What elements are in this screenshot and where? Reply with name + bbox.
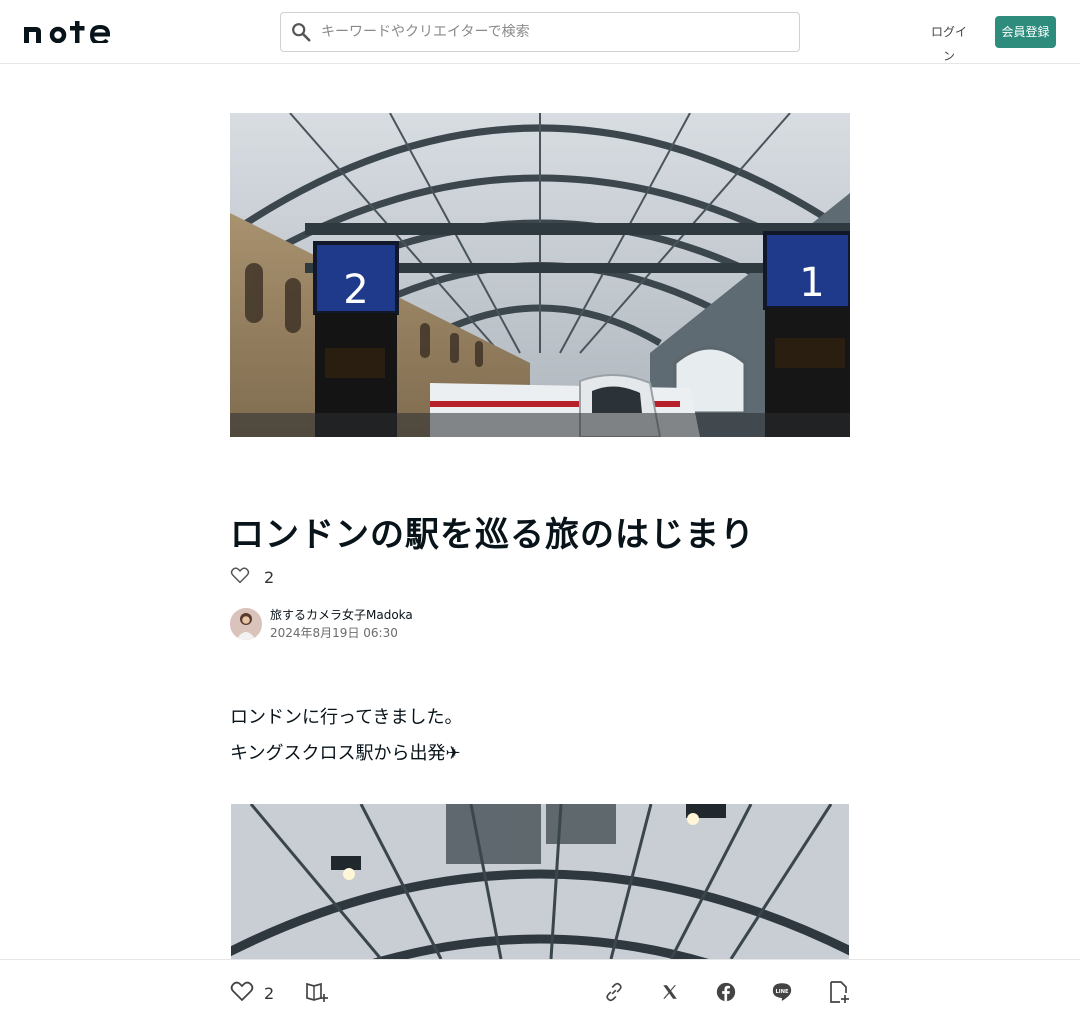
- body-paragraph: ロンドンに行ってきました。: [230, 707, 463, 728]
- article-body: ロンドンに行ってきました。 キングスクロス駅から出発✈: [230, 700, 850, 772]
- note-add-icon[interactable]: [827, 980, 851, 1004]
- search-box[interactable]: [280, 12, 800, 52]
- note-logo[interactable]: [24, 18, 122, 46]
- x-logo-icon[interactable]: [658, 980, 682, 1004]
- like-count[interactable]: 2: [264, 568, 274, 587]
- platform-sign-2: 2: [343, 267, 368, 313]
- avatar[interactable]: [230, 608, 262, 640]
- facebook-icon[interactable]: [714, 980, 738, 1004]
- author-info: 旅するカメラ女子Madoka 2024年8月19日 06:30: [230, 606, 413, 642]
- search-icon: [281, 12, 321, 52]
- svg-text:LINE: LINE: [776, 989, 789, 995]
- like-area: 2: [230, 565, 274, 589]
- publish-date: 2024年8月19日 06:30: [270, 626, 398, 640]
- search-input[interactable]: [321, 14, 781, 50]
- magazine-add-icon[interactable]: [305, 980, 329, 1004]
- article-photo: [231, 804, 849, 959]
- article-action-bar: 2 LINE: [0, 959, 1080, 1024]
- hero-image: 2 1: [230, 113, 850, 437]
- link-icon[interactable]: [602, 980, 626, 1004]
- footer-like: 2: [230, 980, 274, 1006]
- footer-like-count[interactable]: 2: [264, 984, 274, 1003]
- heart-icon[interactable]: [230, 980, 254, 1006]
- body-paragraph: キングスクロス駅から出発✈: [230, 743, 461, 764]
- login-button[interactable]: ログイン: [928, 20, 970, 63]
- line-icon[interactable]: LINE: [770, 980, 794, 1004]
- author-name[interactable]: 旅するカメラ女子Madoka: [270, 606, 413, 624]
- signup-button[interactable]: 会員登録: [995, 16, 1056, 48]
- platform-sign-1: 1: [799, 260, 824, 306]
- note-logo-mark: [24, 21, 111, 43]
- heart-icon[interactable]: [230, 566, 250, 588]
- site-header: ログイン 会員登録: [0, 0, 1080, 64]
- article-title: ロンドンの駅を巡る旅のはじまり: [230, 515, 755, 555]
